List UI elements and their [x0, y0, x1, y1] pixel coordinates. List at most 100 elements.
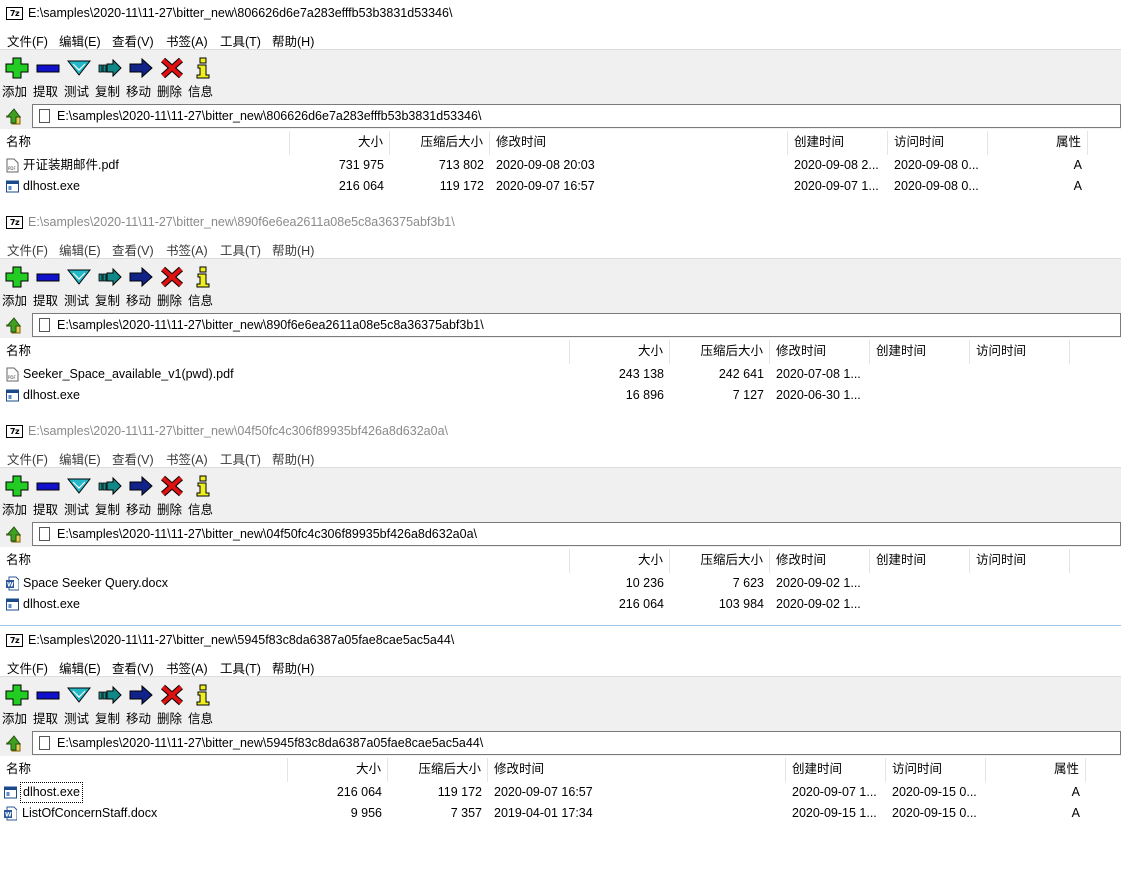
- column-name[interactable]: 名称: [0, 549, 570, 573]
- menu-help[interactable]: 帮助(H): [272, 240, 314, 259]
- info-button[interactable]: 信息: [188, 470, 218, 518]
- column-modified[interactable]: 修改时间: [488, 758, 786, 782]
- menu-edit[interactable]: 编辑(E): [59, 449, 101, 468]
- column-modified[interactable]: 修改时间: [770, 549, 870, 573]
- menu-edit[interactable]: 编辑(E): [59, 31, 101, 50]
- address-input[interactable]: E:\samples\2020-11\11-27\bitter_new\5945…: [32, 731, 1121, 755]
- column-attributes[interactable]: 属性: [986, 758, 1086, 782]
- column-created[interactable]: 创建时间: [788, 131, 888, 155]
- table-row[interactable]: PDF 开证装期邮件.pdf 731 975 713 802 2020-09-0…: [0, 155, 1121, 176]
- menu-file[interactable]: 文件(F): [7, 449, 48, 468]
- menu-tools[interactable]: 工具(T): [220, 240, 261, 259]
- menu-tools[interactable]: 工具(T): [220, 449, 261, 468]
- folder-up-icon[interactable]: [4, 107, 22, 125]
- delete-button[interactable]: 删除: [157, 679, 187, 727]
- table-row[interactable]: dlhost.exe 16 896 7 127 2020-06-30 1...: [0, 385, 1121, 406]
- column-modified[interactable]: 修改时间: [770, 340, 870, 364]
- column-created[interactable]: 创建时间: [870, 549, 970, 573]
- column-name[interactable]: 名称: [0, 340, 570, 364]
- column-packed-size[interactable]: 压缩后大小: [390, 131, 490, 155]
- extract-button[interactable]: 提取: [33, 52, 63, 100]
- column-accessed[interactable]: 访问时间: [886, 758, 986, 782]
- address-input[interactable]: E:\samples\2020-11\11-27\bitter_new\890f…: [32, 313, 1121, 337]
- test-button[interactable]: 测试: [64, 470, 94, 518]
- menu-bookmarks[interactable]: 书签(A): [166, 658, 208, 677]
- column-accessed[interactable]: 访问时间: [970, 340, 1070, 364]
- add-button[interactable]: 添加: [2, 52, 32, 100]
- menu-view[interactable]: 查看(V): [112, 658, 154, 677]
- menu-bookmarks[interactable]: 书签(A): [166, 240, 208, 259]
- address-input[interactable]: E:\samples\2020-11\11-27\bitter_new\04f5…: [32, 522, 1121, 546]
- copy-button[interactable]: 复制: [95, 470, 125, 518]
- column-packed-size[interactable]: 压缩后大小: [670, 549, 770, 573]
- menu-view[interactable]: 查看(V): [112, 240, 154, 259]
- menu-help[interactable]: 帮助(H): [272, 31, 314, 50]
- add-button[interactable]: 添加: [2, 470, 32, 518]
- column-accessed[interactable]: 访问时间: [970, 549, 1070, 573]
- add-button[interactable]: 添加: [2, 679, 32, 727]
- folder-up-icon[interactable]: [4, 316, 22, 334]
- delete-button[interactable]: 删除: [157, 470, 187, 518]
- title-bar[interactable]: 7z E:\samples\2020-11\11-27\bitter_new\8…: [0, 0, 1121, 27]
- menu-edit[interactable]: 编辑(E): [59, 240, 101, 259]
- delete-button[interactable]: 删除: [157, 52, 187, 100]
- table-row[interactable]: W ListOfConcernStaff.docx 9 956 7 357 20…: [0, 803, 1121, 824]
- test-button[interactable]: 测试: [64, 52, 94, 100]
- address-input[interactable]: E:\samples\2020-11\11-27\bitter_new\8066…: [32, 104, 1121, 128]
- table-row[interactable]: dlhost.exe 216 064 119 172 2020-09-07 16…: [0, 782, 1121, 803]
- column-name[interactable]: 名称: [0, 131, 290, 155]
- copy-button[interactable]: 复制: [95, 261, 125, 309]
- info-button[interactable]: 信息: [188, 679, 218, 727]
- add-button[interactable]: 添加: [2, 261, 32, 309]
- menu-help[interactable]: 帮助(H): [272, 658, 314, 677]
- table-row[interactable]: dlhost.exe 216 064 103 984 2020-09-02 1.…: [0, 594, 1121, 615]
- column-accessed[interactable]: 访问时间: [888, 131, 988, 155]
- column-created[interactable]: 创建时间: [870, 340, 970, 364]
- column-size[interactable]: 大小: [570, 549, 670, 573]
- info-label: 信息: [188, 85, 214, 99]
- move-button[interactable]: 移动: [126, 470, 156, 518]
- extract-button[interactable]: 提取: [33, 470, 63, 518]
- folder-up-icon[interactable]: [4, 525, 22, 543]
- test-button[interactable]: 测试: [64, 679, 94, 727]
- column-name[interactable]: 名称: [0, 758, 288, 782]
- title-bar[interactable]: 7z E:\samples\2020-11\11-27\bitter_new\8…: [0, 209, 1121, 236]
- docx-file-icon: W: [6, 576, 19, 591]
- column-size[interactable]: 大小: [570, 340, 670, 364]
- menu-help[interactable]: 帮助(H): [272, 449, 314, 468]
- move-button[interactable]: 移动: [126, 679, 156, 727]
- menu-file[interactable]: 文件(F): [7, 240, 48, 259]
- menu-bookmarks[interactable]: 书签(A): [166, 31, 208, 50]
- extract-button[interactable]: 提取: [33, 679, 63, 727]
- delete-button[interactable]: 删除: [157, 261, 187, 309]
- column-attributes[interactable]: 属性: [988, 131, 1088, 155]
- column-size[interactable]: 大小: [290, 131, 390, 155]
- menu-bookmarks[interactable]: 书签(A): [166, 449, 208, 468]
- move-button[interactable]: 移动: [126, 52, 156, 100]
- copy-button[interactable]: 复制: [95, 679, 125, 727]
- info-button[interactable]: 信息: [188, 261, 218, 309]
- info-button[interactable]: 信息: [188, 52, 218, 100]
- column-modified[interactable]: 修改时间: [490, 131, 788, 155]
- folder-up-icon[interactable]: [4, 734, 22, 752]
- menu-view[interactable]: 查看(V): [112, 31, 154, 50]
- menu-tools[interactable]: 工具(T): [220, 31, 261, 50]
- title-bar[interactable]: 7z E:\samples\2020-11\11-27\bitter_new\0…: [0, 418, 1121, 445]
- copy-button[interactable]: 复制: [95, 52, 125, 100]
- menu-view[interactable]: 查看(V): [112, 449, 154, 468]
- menu-file[interactable]: 文件(F): [7, 31, 48, 50]
- column-packed-size[interactable]: 压缩后大小: [388, 758, 488, 782]
- test-button[interactable]: 测试: [64, 261, 94, 309]
- menu-edit[interactable]: 编辑(E): [59, 658, 101, 677]
- table-row[interactable]: dlhost.exe 216 064 119 172 2020-09-07 16…: [0, 176, 1121, 197]
- column-size[interactable]: 大小: [288, 758, 388, 782]
- table-row[interactable]: PDF Seeker_Space_available_v1(pwd).pdf 2…: [0, 364, 1121, 385]
- move-button[interactable]: 移动: [126, 261, 156, 309]
- menu-file[interactable]: 文件(F): [7, 658, 48, 677]
- table-row[interactable]: W Space Seeker Query.docx 10 236 7 623 2…: [0, 573, 1121, 594]
- menu-tools[interactable]: 工具(T): [220, 658, 261, 677]
- column-packed-size[interactable]: 压缩后大小: [670, 340, 770, 364]
- column-created[interactable]: 创建时间: [786, 758, 886, 782]
- title-bar[interactable]: 7z E:\samples\2020-11\11-27\bitter_new\5…: [0, 627, 1121, 654]
- extract-button[interactable]: 提取: [33, 261, 63, 309]
